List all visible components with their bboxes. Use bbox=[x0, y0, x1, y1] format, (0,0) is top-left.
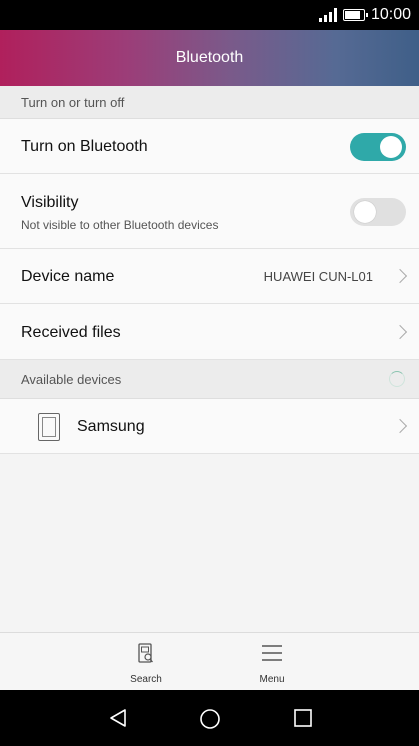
visibility-label: Visibility bbox=[21, 194, 79, 211]
visibility-toggle-switch[interactable] bbox=[350, 198, 406, 226]
section-header-toggle: Turn on or turn off bbox=[0, 86, 419, 119]
received-files-label: Received files bbox=[21, 324, 121, 341]
received-files-row[interactable]: Received files bbox=[0, 304, 419, 360]
back-icon[interactable] bbox=[108, 708, 128, 728]
menu-label: Menu bbox=[259, 674, 285, 685]
search-label: Search bbox=[130, 674, 162, 685]
bluetooth-toggle-switch[interactable] bbox=[350, 133, 406, 161]
recents-icon[interactable] bbox=[293, 708, 313, 728]
chevron-right-icon bbox=[392, 268, 408, 284]
status-indicators: 10:00 bbox=[318, 0, 411, 30]
section-header-available: Available devices bbox=[0, 360, 419, 399]
chevron-right-icon bbox=[392, 324, 408, 340]
loading-spinner-icon bbox=[389, 371, 405, 387]
device-name-label: Device name bbox=[21, 268, 115, 285]
device-name-row[interactable]: Device name HUAWEI CUN-L01 bbox=[0, 249, 419, 304]
signal-icon bbox=[318, 8, 337, 22]
chevron-right-icon bbox=[392, 418, 408, 434]
status-bar: 10:00 bbox=[0, 0, 419, 30]
battery-icon bbox=[342, 9, 368, 21]
section-label: Turn on or turn off bbox=[21, 94, 125, 110]
visibility-row[interactable]: Visibility Not visible to other Bluetoot… bbox=[0, 174, 419, 249]
search-device-icon bbox=[138, 643, 153, 663]
menu-button[interactable]: Menu bbox=[232, 633, 312, 691]
device-item[interactable]: Samsung bbox=[0, 399, 419, 454]
phone-icon bbox=[38, 413, 60, 441]
page-title: Bluetooth bbox=[175, 49, 244, 66]
search-button[interactable]: Search bbox=[106, 633, 186, 691]
visibility-sublabel: Not visible to other Bluetooth devices bbox=[21, 218, 219, 232]
bluetooth-toggle-row[interactable]: Turn on Bluetooth bbox=[0, 119, 419, 174]
bottom-action-bar: Search Menu bbox=[0, 632, 419, 690]
device-item-name: Samsung bbox=[77, 418, 145, 435]
menu-icon bbox=[262, 645, 282, 661]
system-nav-bar bbox=[0, 690, 419, 746]
device-name-value: HUAWEI CUN-L01 bbox=[263, 269, 373, 284]
bluetooth-toggle-label: Turn on Bluetooth bbox=[21, 138, 148, 155]
section-label: Available devices bbox=[21, 371, 122, 387]
status-time: 10:00 bbox=[370, 6, 411, 23]
home-icon[interactable] bbox=[199, 708, 221, 730]
page-header: Bluetooth bbox=[0, 30, 419, 86]
